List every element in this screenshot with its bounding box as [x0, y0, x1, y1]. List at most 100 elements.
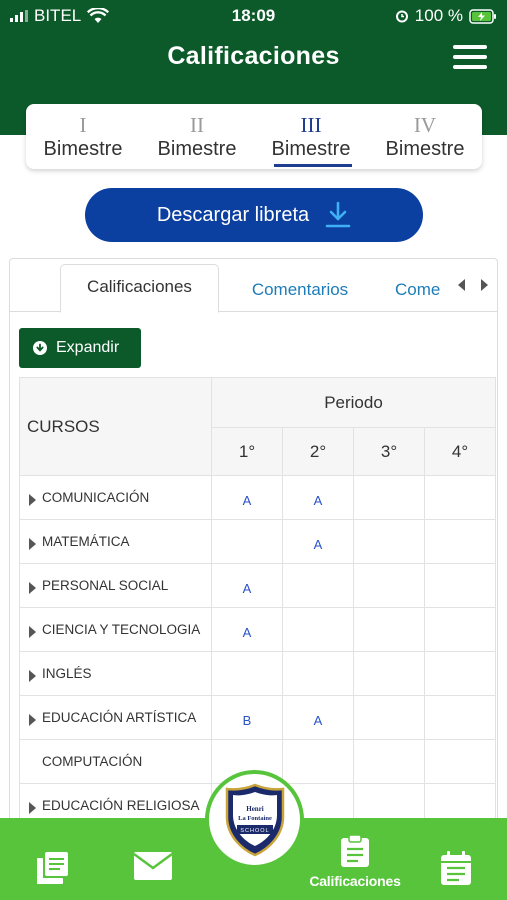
period-header: 4° — [424, 427, 496, 476]
grade-cell — [424, 563, 496, 608]
grade-cell: A — [282, 695, 354, 740]
tab-scroll-controls — [449, 267, 497, 303]
grade-cell: A — [282, 475, 354, 520]
expand-row-icon[interactable] — [29, 581, 36, 594]
grade-cell: B — [211, 695, 283, 740]
notes-icon — [37, 852, 68, 884]
download-report-button[interactable]: Descargar libreta — [85, 188, 423, 242]
course-name: CIENCIA Y TECNOLOGIA — [42, 621, 201, 637]
expand-row-icon[interactable] — [29, 493, 36, 506]
grade-cell — [282, 739, 354, 784]
download-label: Descargar libreta — [156, 203, 310, 226]
course-name: INGLÉS — [42, 665, 92, 681]
bimestre-label: Bimestre — [157, 138, 237, 160]
cursos-header: CURSOS — [19, 377, 212, 476]
school-logo-button[interactable]: Henri La Fontaine SCHOOL — [205, 770, 304, 869]
course-cell: MATEMÁTICA — [19, 519, 212, 564]
expand-row-icon[interactable] — [29, 537, 36, 550]
expand-button[interactable]: Expandir — [19, 328, 141, 368]
nav-calificaciones[interactable]: Calificaciones — [305, 834, 405, 889]
expand-label: Expandir — [56, 339, 120, 356]
tab-scroll-right-icon[interactable] — [480, 278, 490, 292]
hamburger-menu-icon[interactable] — [453, 45, 487, 69]
course-name: COMUNICACIÓN — [42, 489, 150, 505]
tab-calificaciones[interactable]: Calificaciones — [60, 264, 219, 313]
periodo-header: Periodo — [211, 377, 496, 428]
grade-cell — [424, 519, 496, 564]
expand-circle-down-icon — [33, 341, 47, 355]
bimestre-tab-1[interactable]: I Bimestre — [26, 104, 140, 169]
bimestre-tab-2[interactable]: II Bimestre — [140, 104, 254, 169]
bimestre-label: Bimestre — [385, 138, 465, 160]
grade-cell — [424, 607, 496, 652]
table-row[interactable]: CIENCIA Y TECNOLOGIA A — [19, 607, 496, 652]
expand-row-icon[interactable] — [29, 713, 36, 726]
grade-cell: A — [282, 519, 354, 564]
alarm-icon — [395, 10, 408, 23]
course-name: EDUCACIÓN ARTÍSTICA — [42, 709, 197, 725]
download-icon — [325, 201, 351, 228]
course-name: EDUCACIÓN RELIGIOSA — [42, 797, 200, 813]
bimestre-label: Bimestre — [271, 138, 351, 160]
status-right: 100 % — [395, 6, 497, 26]
content-tabs: Calificaciones Comentarios Come — [10, 259, 497, 313]
grade-cell — [211, 651, 283, 696]
grade-cell — [353, 607, 425, 652]
table-row[interactable]: MATEMÁTICA A — [19, 519, 496, 564]
expand-row-icon[interactable] — [29, 669, 36, 682]
page-title: Calificaciones — [167, 42, 340, 70]
table-row[interactable]: COMUNICACIÓN A A — [19, 475, 496, 520]
expand-row-icon[interactable] — [29, 801, 36, 814]
grade-cell — [424, 695, 496, 740]
battery-charging-icon — [469, 8, 496, 24]
grade-cell — [353, 519, 425, 564]
logo-text-line3: SCHOOL — [240, 828, 269, 834]
grade-cell — [353, 695, 425, 740]
grade-cell: A — [211, 607, 283, 652]
grade-cell — [282, 607, 354, 652]
grade-cell — [424, 651, 496, 696]
school-shield-logo: Henri La Fontaine SCHOOL — [225, 783, 284, 856]
course-cell: EDUCACIÓN ARTÍSTICA — [19, 695, 212, 740]
table-row[interactable]: EDUCACIÓN ARTÍSTICA B A — [19, 695, 496, 740]
course-cell: INGLÉS — [19, 651, 212, 696]
grades-table: CURSOS Periodo 1° 2° 3° 4° COMUNICACIÓN … — [19, 377, 496, 828]
course-name: PERSONAL SOCIAL — [42, 577, 169, 593]
bimestre-tab-3[interactable]: III Bimestre — [254, 104, 368, 169]
nav-calificaciones-label: Calificaciones — [309, 873, 401, 889]
grade-cell — [353, 651, 425, 696]
bimestre-label: Bimestre — [43, 138, 123, 160]
course-cell: CIENCIA Y TECNOLOGIA — [19, 607, 212, 652]
grade-cell: A — [211, 475, 283, 520]
period-header: 1° — [211, 427, 283, 476]
grade-cell: A — [211, 563, 283, 608]
tab-comentarios-partial[interactable]: Come — [395, 269, 455, 312]
app-root: BITEL 18:09 100 % Calificaciones I Bimes… — [0, 0, 507, 900]
logo-text-line1: Henri — [246, 805, 264, 813]
bimestre-roman: I — [79, 113, 87, 137]
grade-cell — [211, 519, 283, 564]
course-cell: COMUNICACIÓN — [19, 475, 212, 520]
tab-scroll-left-icon[interactable] — [456, 278, 466, 292]
bimestre-roman: II — [190, 113, 204, 137]
bimestre-tab-4[interactable]: IV Bimestre — [368, 104, 482, 169]
period-header: 2° — [282, 427, 354, 476]
tab-comentarios[interactable]: Comentarios — [235, 269, 365, 312]
expand-row-icon[interactable] — [29, 625, 36, 638]
battery-percent: 100 % — [414, 6, 463, 25]
grades-panel: Calificaciones Comentarios Come Expandir… — [9, 258, 498, 858]
nav-calendar[interactable] — [440, 850, 472, 891]
status-bar: BITEL 18:09 100 % — [0, 0, 507, 32]
grade-cell — [282, 651, 354, 696]
course-name: COMPUTACIÓN — [42, 754, 143, 769]
active-tab-underline — [274, 164, 352, 167]
calendar-icon — [441, 851, 471, 885]
grade-cell — [353, 475, 425, 520]
table-row[interactable]: INGLÉS — [19, 651, 496, 696]
nav-messages[interactable] — [133, 850, 173, 887]
nav-notes[interactable] — [34, 850, 70, 891]
table-row[interactable]: PERSONAL SOCIAL A — [19, 563, 496, 608]
grade-cell — [282, 563, 354, 608]
grade-cell — [424, 475, 496, 520]
bimestre-roman: IV — [413, 113, 437, 137]
